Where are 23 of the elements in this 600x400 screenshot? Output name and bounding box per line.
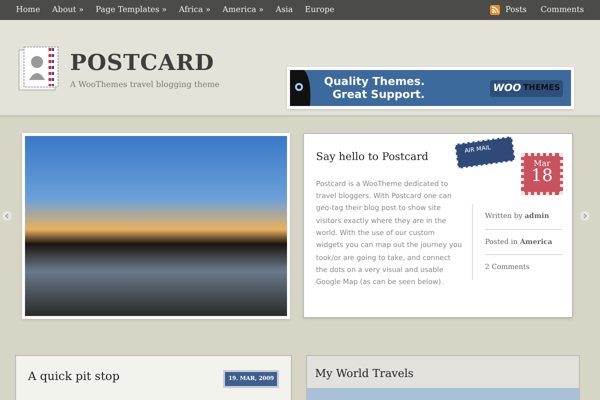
- nav-link[interactable]: Comments: [540, 4, 584, 16]
- nav-link[interactable]: Posts: [505, 4, 527, 16]
- nav-link[interactable]: Africa »: [178, 4, 210, 16]
- banner-text: Great Support.: [332, 88, 425, 101]
- ad-banner[interactable]: Quality Themes. Great Support. WOO THEMES: [287, 67, 574, 109]
- date-month: Mar: [534, 160, 550, 168]
- nav-link[interactable]: Europe: [304, 4, 334, 16]
- brand-logo: WOO THEMES: [490, 80, 563, 96]
- stamp-logo-icon: [18, 46, 60, 92]
- date-day: 18: [531, 168, 553, 185]
- site-tagline: A WooThemes travel blogging theme: [70, 79, 220, 91]
- post-title[interactable]: A quick pit stop: [28, 368, 120, 386]
- nav-link[interactable]: About »: [52, 4, 84, 16]
- nav-link[interactable]: Page Templates »: [96, 4, 167, 16]
- nav-link[interactable]: Asia: [276, 4, 293, 16]
- nav-link[interactable]: America »: [222, 4, 264, 16]
- rss-feed-icon: [490, 5, 500, 15]
- ninja-mascot-icon: [290, 70, 312, 106]
- site-title[interactable]: POSTCARD: [70, 52, 220, 74]
- banner-text: Quality Themes.: [324, 75, 425, 88]
- widget-title: My World Travels: [314, 366, 415, 382]
- nav-link[interactable]: Home: [16, 4, 40, 16]
- post-title[interactable]: Say hello to Postcard: [316, 150, 428, 166]
